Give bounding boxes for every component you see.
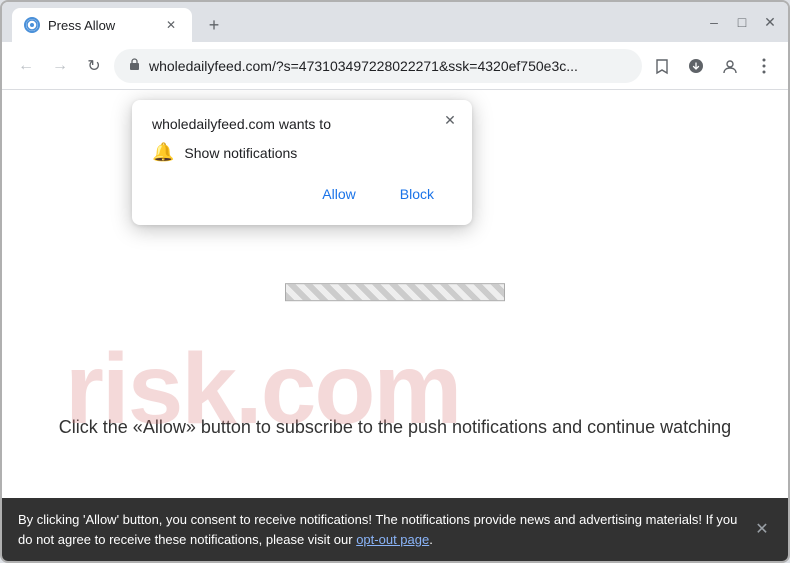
url-text: wholedailyfeed.com/?s=473103497228022271… bbox=[149, 58, 628, 74]
minimize-button[interactable]: – bbox=[706, 14, 722, 30]
reload-button[interactable]: ↻ bbox=[80, 52, 108, 80]
dialog-actions: Allow Block bbox=[152, 179, 452, 209]
dialog-close-button[interactable]: ✕ bbox=[440, 110, 460, 130]
feature-label: Show notifications bbox=[184, 145, 297, 161]
back-button[interactable]: ← bbox=[12, 52, 40, 80]
window-controls: – □ ✕ bbox=[706, 14, 778, 36]
bottom-notification-bar: By clicking 'Allow' button, you consent … bbox=[2, 498, 788, 561]
url-actions bbox=[648, 52, 778, 80]
menu-button[interactable] bbox=[750, 52, 778, 80]
download-icon[interactable] bbox=[682, 52, 710, 80]
lock-icon bbox=[128, 57, 141, 74]
new-tab-button[interactable]: + bbox=[200, 11, 228, 39]
allow-button[interactable]: Allow bbox=[304, 179, 373, 209]
tab-close-button[interactable]: ✕ bbox=[162, 16, 180, 34]
opt-out-link[interactable]: opt-out page bbox=[356, 532, 429, 547]
browser-window: Press Allow ✕ + – □ ✕ ← → ↻ wholedailyfe… bbox=[0, 0, 790, 563]
browser-tab[interactable]: Press Allow ✕ bbox=[12, 8, 192, 42]
profile-button[interactable] bbox=[716, 52, 744, 80]
watermark-bottom: risk.com bbox=[55, 323, 735, 448]
page-content: wholedailyfeed.com wants to ✕ 🔔 Show not… bbox=[2, 90, 788, 561]
svg-text:risk.com: risk.com bbox=[65, 333, 460, 443]
bookmark-button[interactable] bbox=[648, 52, 676, 80]
bottom-bar-suffix: . bbox=[429, 532, 433, 547]
maximize-button[interactable]: □ bbox=[734, 14, 750, 30]
bell-icon: 🔔 bbox=[152, 142, 174, 163]
tab-favicon bbox=[24, 17, 40, 33]
forward-button[interactable]: → bbox=[46, 52, 74, 80]
close-button[interactable]: ✕ bbox=[762, 14, 778, 30]
bottom-bar-close-button[interactable]: ✕ bbox=[750, 518, 774, 542]
dialog-title: wholedailyfeed.com wants to bbox=[152, 116, 452, 132]
url-bar[interactable]: wholedailyfeed.com/?s=473103497228022271… bbox=[114, 49, 642, 83]
notification-dialog: wholedailyfeed.com wants to ✕ 🔔 Show not… bbox=[132, 100, 472, 225]
progress-bar bbox=[285, 283, 505, 301]
dialog-feature: 🔔 Show notifications bbox=[152, 142, 452, 163]
tab-title: Press Allow bbox=[48, 18, 154, 33]
address-bar: ← → ↻ wholedailyfeed.com/?s=473103497228… bbox=[2, 42, 788, 90]
block-button[interactable]: Block bbox=[382, 179, 452, 209]
title-bar: Press Allow ✕ + – □ ✕ bbox=[2, 2, 788, 42]
